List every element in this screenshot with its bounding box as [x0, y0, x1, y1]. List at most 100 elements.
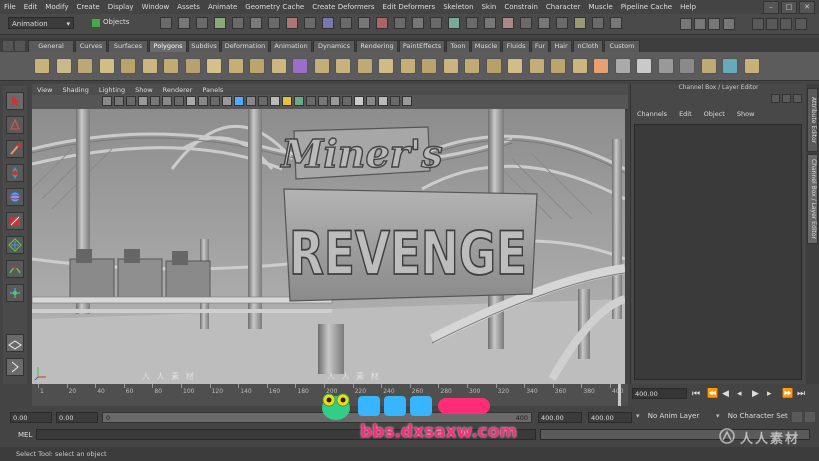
- channel-box-menu-item[interactable]: Edit: [673, 110, 698, 122]
- panel-tool-icon[interactable]: [114, 96, 124, 106]
- menu-item[interactable]: Skin: [477, 3, 500, 11]
- menu-item[interactable]: Modify: [41, 3, 72, 11]
- panel-tool-icon[interactable]: [258, 96, 268, 106]
- tab-attribute-editor[interactable]: Attribute Editor: [807, 88, 818, 152]
- panel-menu-item[interactable]: Lighting: [94, 86, 130, 94]
- rotate-tool-icon[interactable]: [6, 188, 24, 206]
- status-tool-icon[interactable]: [232, 17, 244, 29]
- shelf-tool-icon[interactable]: [77, 58, 93, 74]
- tab-shelf[interactable]: Fluids: [502, 40, 530, 52]
- shelf-tool-icon[interactable]: [593, 58, 609, 74]
- panel-tool-icon[interactable]: [306, 96, 316, 106]
- step-back-frame-icon[interactable]: ◀: [722, 389, 729, 399]
- panel-tool-icon[interactable]: [342, 96, 352, 106]
- panel-tool-icon[interactable]: [390, 96, 400, 106]
- panel-menu-item[interactable]: Panels: [197, 86, 228, 94]
- shelf-tool-icon[interactable]: [657, 58, 674, 74]
- panel-tool-icon[interactable]: [234, 96, 244, 106]
- tab-shelf[interactable]: Fur: [531, 40, 549, 52]
- universal-manipulator-icon[interactable]: [6, 236, 24, 254]
- menu-item[interactable]: Help: [676, 3, 700, 11]
- menu-item[interactable]: File: [0, 3, 20, 11]
- tab-shelf[interactable]: Polygons: [149, 40, 187, 52]
- play-backward-icon[interactable]: ◂: [737, 389, 742, 399]
- tab-shelf[interactable]: nCloth: [573, 40, 603, 52]
- playback-end-field[interactable]: 400.00: [538, 412, 582, 423]
- status-tool-icon[interactable]: [358, 17, 370, 29]
- status-tool-icon[interactable]: [430, 17, 442, 29]
- tab-shelf[interactable]: Muscle: [471, 40, 501, 52]
- shelf-tool-icon[interactable]: [34, 58, 50, 74]
- shelf-tool-icon[interactable]: [120, 58, 136, 74]
- menu-item[interactable]: Window: [138, 3, 174, 11]
- lasso-tool-icon[interactable]: [6, 116, 24, 134]
- shelf-tool-icon[interactable]: [700, 58, 717, 74]
- shelf-tool-icon[interactable]: [206, 58, 222, 74]
- maximize-icon[interactable]: □: [781, 1, 797, 14]
- panel-tool-icon[interactable]: [126, 96, 136, 106]
- panel-tool-icon[interactable]: [186, 96, 196, 106]
- status-tool-icon[interactable]: [178, 17, 190, 29]
- menu-item[interactable]: Assets: [173, 3, 204, 11]
- menu-item[interactable]: Create Deformers: [308, 3, 378, 11]
- panel-tool-icon[interactable]: [294, 96, 304, 106]
- panel-menu-item[interactable]: Show: [130, 86, 158, 94]
- panel-tool-icon[interactable]: [378, 96, 388, 106]
- menu-item[interactable]: Edit: [20, 3, 42, 11]
- shelf-tool-icon[interactable]: [378, 58, 394, 74]
- shelf-tool-icon[interactable]: [679, 58, 695, 74]
- render-view-icon[interactable]: [680, 18, 692, 30]
- status-tool-icon[interactable]: [340, 17, 352, 29]
- panel-tool-icon[interactable]: [138, 96, 148, 106]
- status-tool-icon[interactable]: [394, 17, 406, 29]
- panel-tool-icon[interactable]: [150, 96, 160, 106]
- status-tool-icon[interactable]: [214, 17, 226, 29]
- shelf-tool-icon[interactable]: [636, 58, 652, 74]
- shelf-tool-icon[interactable]: [421, 58, 437, 74]
- shelf-tool-icon[interactable]: [722, 58, 738, 74]
- status-tool-icon[interactable]: [286, 17, 298, 29]
- toggle-attribute-editor-icon[interactable]: [752, 18, 764, 30]
- panel-tool-icon[interactable]: [246, 96, 256, 106]
- perspective-viewport[interactable]: Miner's REVENGE 人 人 素 材 人 人 素 材: [32, 109, 625, 384]
- shelf-edit-icon[interactable]: [15, 41, 25, 51]
- step-back-key-icon[interactable]: ⏪: [707, 389, 718, 399]
- shelf-tool-icon[interactable]: [98, 58, 115, 74]
- tab-shelf[interactable]: Deformation: [221, 40, 269, 52]
- show-manipulator-icon[interactable]: [6, 284, 24, 302]
- panel-tool-icon[interactable]: [210, 96, 220, 106]
- panel-tool-icon[interactable]: [270, 96, 280, 106]
- tab-shelf[interactable]: Curves: [75, 40, 107, 52]
- menu-item[interactable]: Pipeline Cache: [617, 3, 676, 11]
- panel-tool-icon[interactable]: [102, 96, 112, 106]
- panel-tool-icon[interactable]: [318, 96, 328, 106]
- shelf-tool-icon[interactable]: [292, 58, 308, 74]
- channel-box-menu-item[interactable]: Channels: [631, 110, 673, 122]
- shelf-tool-icon[interactable]: [356, 58, 373, 74]
- panel-tool-icon[interactable]: [222, 96, 232, 106]
- render-settings-icon[interactable]: [722, 18, 735, 30]
- panel-tool-icon[interactable]: [330, 96, 340, 106]
- shelf-tool-icon[interactable]: [163, 58, 179, 74]
- panel-tool-icon[interactable]: [282, 96, 292, 106]
- scale-tool-icon[interactable]: [6, 212, 24, 230]
- shelf-tool-icon[interactable]: [528, 58, 545, 74]
- tab-channel-box[interactable]: Channel Box / Layer Editor: [807, 154, 818, 244]
- status-tool-icon[interactable]: [196, 17, 208, 29]
- shelf-tool-icon[interactable]: [743, 58, 760, 74]
- shelf-tool-icon[interactable]: [141, 58, 158, 74]
- shelf-tool-icon[interactable]: [485, 58, 502, 74]
- tab-shelf[interactable]: Dynamics: [313, 40, 355, 52]
- shelf-tool-icon[interactable]: [614, 58, 631, 74]
- panel-tool-icon[interactable]: [174, 96, 184, 106]
- toggle-tool-settings-icon[interactable]: [766, 18, 779, 30]
- tab-shelf[interactable]: Surfaces: [108, 40, 148, 52]
- shelf-tool-icon[interactable]: [313, 58, 330, 74]
- tab-shelf[interactable]: Rendering: [356, 40, 398, 52]
- panel-menu-item[interactable]: View: [32, 86, 57, 94]
- anim-layer-dropdown[interactable]: ▾ No Anim Layer: [636, 412, 716, 423]
- shelf-tool-icon[interactable]: [184, 58, 201, 74]
- status-tool-icon[interactable]: [376, 17, 388, 29]
- status-tool-icon[interactable]: [610, 17, 622, 29]
- outliner-layout-icon[interactable]: [6, 358, 24, 376]
